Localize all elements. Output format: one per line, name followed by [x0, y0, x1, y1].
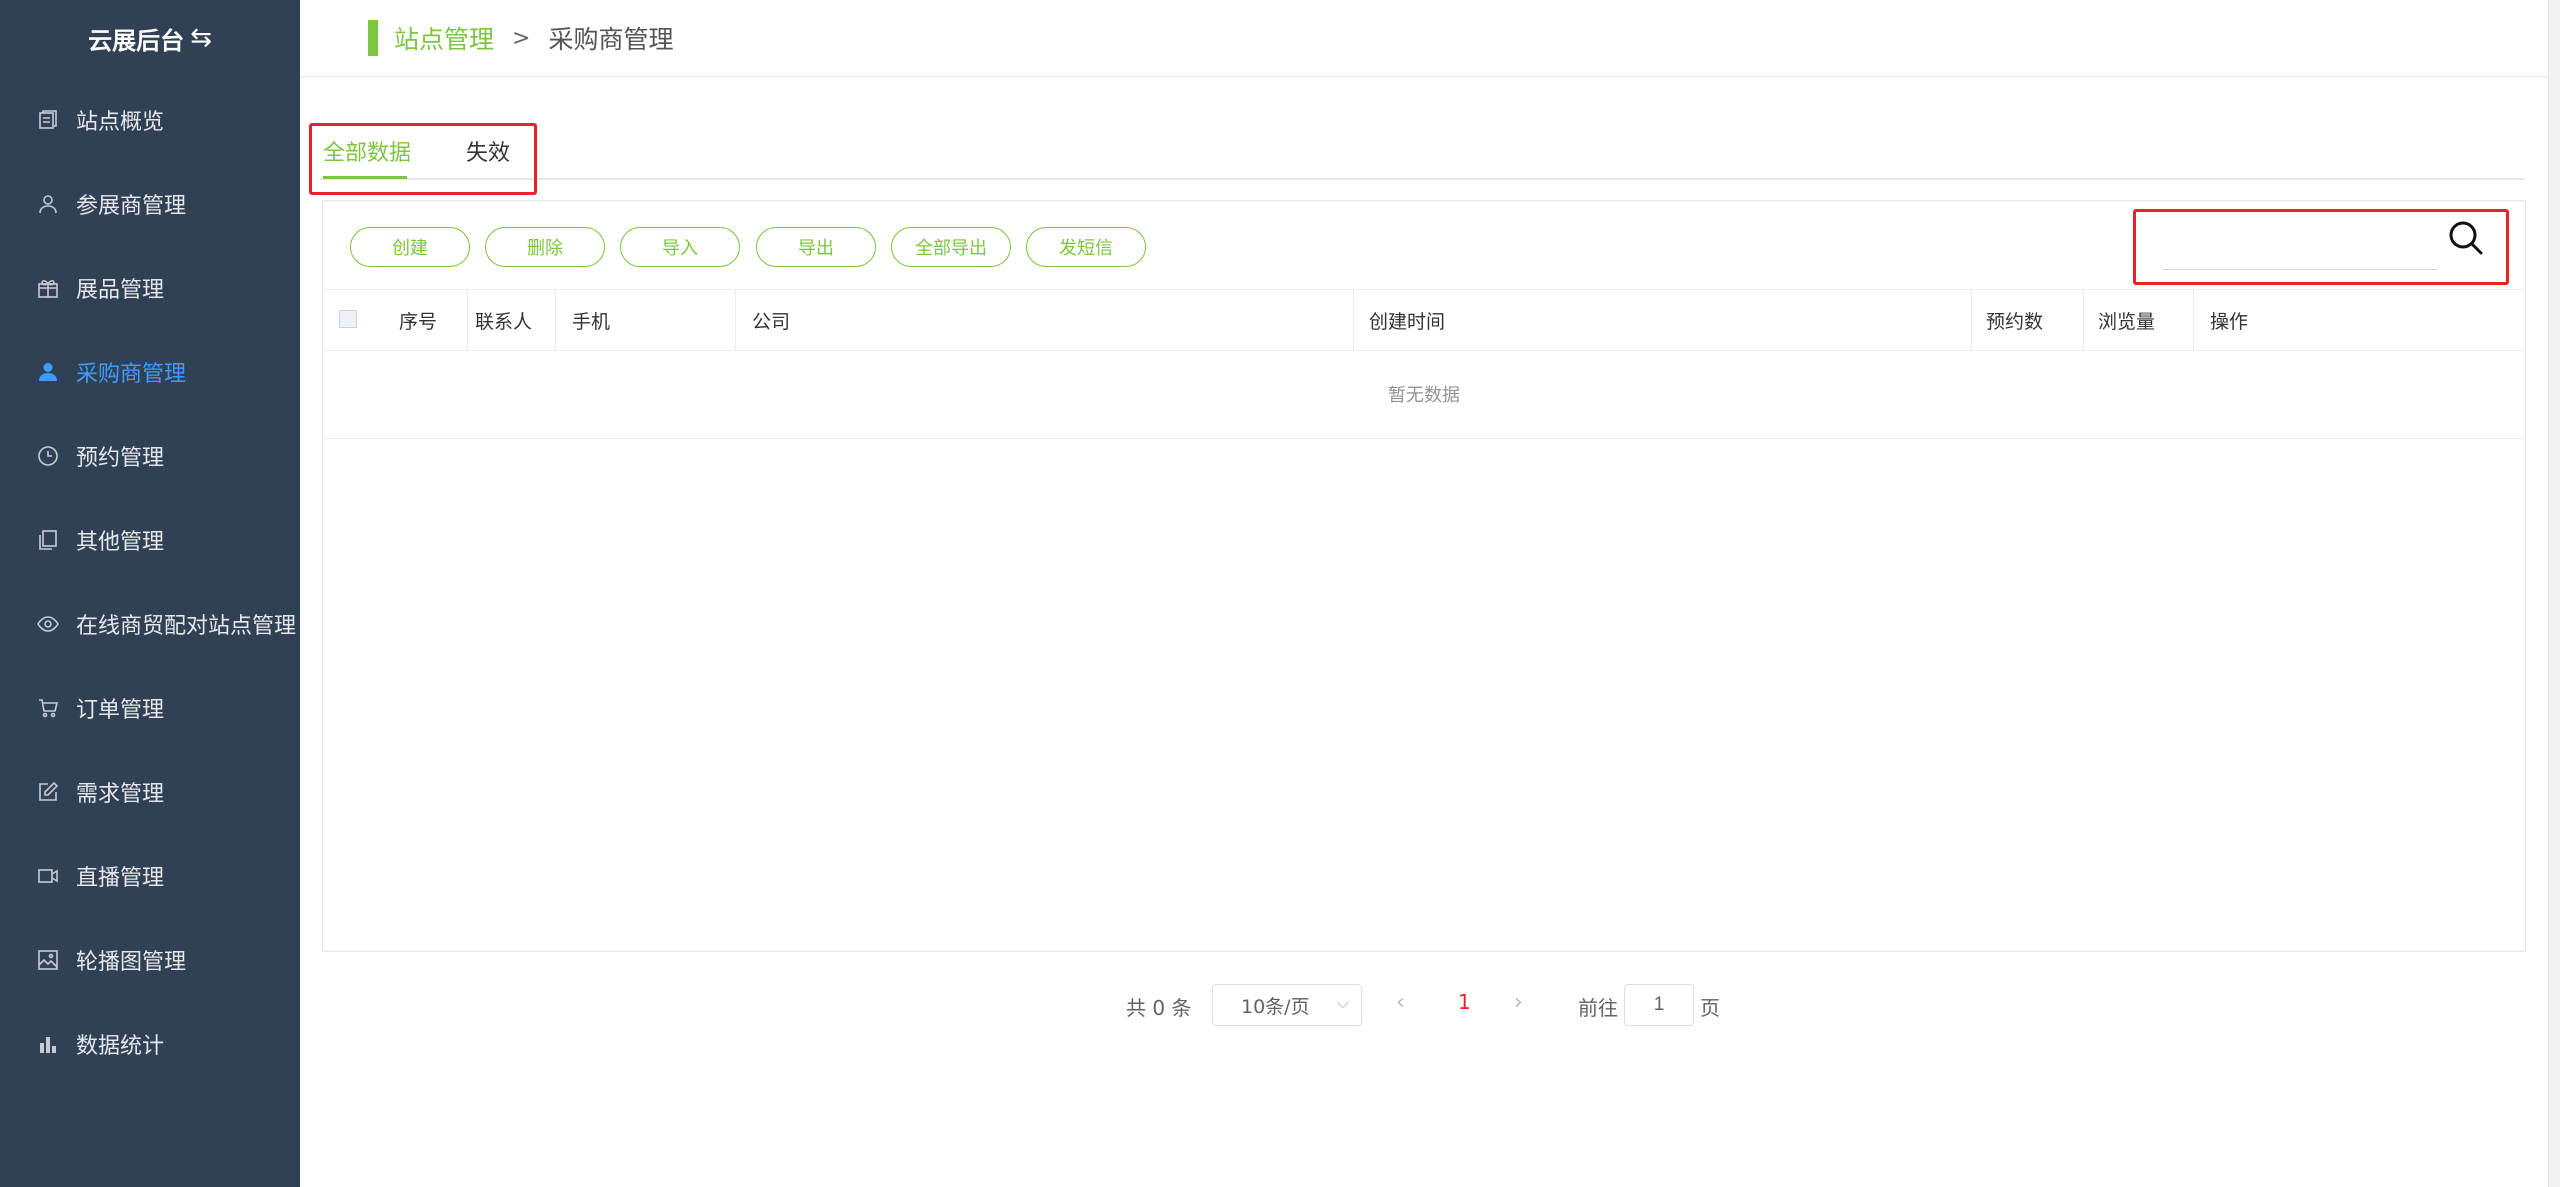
- prev-page-button[interactable]: ‹: [1396, 990, 1405, 1015]
- edit-icon: [34, 778, 62, 806]
- sidebar-item-label: 参展商管理: [76, 194, 187, 219]
- sidebar-item-label: 站点概览: [76, 110, 165, 135]
- sidebar-item-appointment[interactable]: 预约管理: [0, 414, 300, 498]
- search-icon[interactable]: [2447, 219, 2485, 257]
- breadcrumb-accent-bar: [368, 20, 378, 56]
- sidebar-item-exhibits[interactable]: 展品管理: [0, 246, 300, 330]
- goto-page-input[interactable]: [1624, 984, 1694, 1026]
- sidebar-item-label: 轮播图管理: [76, 950, 187, 975]
- chevron-down-icon: ⌵: [1336, 993, 1349, 1012]
- sidebar: 云展后台 ⇆ 站点概览 参展商管理 展品管理 采购商管理 预约管理 其他管理 在…: [0, 0, 300, 1187]
- cart-icon: [34, 694, 62, 722]
- table-header: 序号 联系人 手机 公司 创建时间 预约数 浏览量 操作: [323, 289, 2525, 351]
- tab-all-data[interactable]: 全部数据: [323, 135, 411, 167]
- brand[interactable]: 云展后台 ⇆: [0, 0, 300, 76]
- column-header-company: 公司: [752, 310, 791, 333]
- sidebar-item-demand[interactable]: 需求管理: [0, 750, 300, 834]
- sidebar-item-carousel[interactable]: 轮播图管理: [0, 918, 300, 1002]
- column-header-created-time: 创建时间: [1369, 310, 1446, 333]
- page-size-value: 10条/页: [1241, 995, 1310, 1018]
- swap-icon[interactable]: ⇆: [190, 23, 212, 53]
- export-all-button[interactable]: 全部导出: [891, 227, 1011, 267]
- sidebar-item-label: 数据统计: [76, 1034, 165, 1059]
- active-tab-indicator: [323, 176, 407, 179]
- sidebar-item-label: 采购商管理: [76, 362, 187, 387]
- sidebar-item-buyer[interactable]: 采购商管理: [0, 330, 300, 414]
- column-header-views: 浏览量: [2098, 310, 2156, 333]
- page-suffix-label: 页: [1700, 996, 1720, 1020]
- user-filled-icon: [34, 358, 62, 386]
- delete-button[interactable]: 删除: [485, 227, 605, 267]
- header: 站点管理 > 采购商管理: [300, 0, 2548, 77]
- breadcrumb-current: 采购商管理: [548, 25, 674, 54]
- export-button[interactable]: 导出: [756, 227, 876, 267]
- page-number-current[interactable]: 1: [1458, 990, 1471, 1014]
- sidebar-item-matching[interactable]: 在线商贸配对站点管理: [0, 582, 300, 666]
- search-input[interactable]: [2163, 237, 2437, 270]
- bar-chart-icon: [34, 1030, 62, 1058]
- picture-icon: [34, 946, 62, 974]
- table-empty-text: 暂无数据: [323, 350, 2525, 439]
- tabs-divider: [320, 178, 2524, 180]
- goto-label: 前往: [1578, 996, 1618, 1020]
- create-button[interactable]: 创建: [350, 227, 470, 267]
- next-page-button[interactable]: ›: [1514, 990, 1523, 1015]
- sidebar-item-statistics[interactable]: 数据统计: [0, 1002, 300, 1086]
- import-button[interactable]: 导入: [620, 227, 740, 267]
- column-header-actions: 操作: [2210, 310, 2249, 333]
- video-camera-icon: [34, 862, 62, 890]
- column-header-phone: 手机: [572, 310, 611, 333]
- sidebar-item-label: 展品管理: [76, 278, 165, 303]
- tab-invalid[interactable]: 失效: [466, 135, 510, 167]
- document-icon: [34, 106, 62, 134]
- scrollbar[interactable]: [2548, 0, 2560, 1187]
- breadcrumb-separator: >: [512, 25, 531, 51]
- gift-icon: [34, 274, 62, 302]
- send-sms-button[interactable]: 发短信: [1026, 227, 1146, 267]
- sidebar-item-site-overview[interactable]: 站点概览: [0, 78, 300, 162]
- column-header-appointments: 预约数: [1986, 310, 2044, 333]
- sidebar-item-other[interactable]: 其他管理: [0, 498, 300, 582]
- eye-icon: [34, 610, 62, 638]
- sidebar-item-label: 预约管理: [76, 446, 165, 471]
- data-card: 创建 删除 导入 导出 全部导出 发短信 序号 联系人 手机 公司 创建时间 预…: [322, 200, 2526, 952]
- sidebar-item-label: 订单管理: [76, 698, 165, 723]
- select-all-checkbox[interactable]: [339, 310, 357, 328]
- breadcrumb-parent[interactable]: 站点管理: [394, 20, 494, 56]
- clock-icon: [34, 442, 62, 470]
- brand-title: 云展后台: [88, 26, 185, 55]
- column-header-contact: 联系人: [475, 310, 533, 333]
- sidebar-item-orders[interactable]: 订单管理: [0, 666, 300, 750]
- pagination-total: 共 0 条: [1126, 996, 1192, 1020]
- column-header-index: 序号: [399, 310, 438, 333]
- sidebar-item-exhibitor[interactable]: 参展商管理: [0, 162, 300, 246]
- sidebar-item-label: 其他管理: [76, 530, 165, 555]
- breadcrumb: 站点管理 > 采购商管理: [394, 20, 673, 56]
- sidebar-item-label: 在线商贸配对站点管理: [76, 614, 297, 639]
- user-outline-icon: [34, 190, 62, 218]
- sidebar-item-label: 直播管理: [76, 866, 165, 891]
- copy-icon: [34, 526, 62, 554]
- sidebar-item-label: 需求管理: [76, 782, 165, 807]
- page-size-select[interactable]: 10条/页 ⌵: [1212, 984, 1362, 1026]
- sidebar-item-live[interactable]: 直播管理: [0, 834, 300, 918]
